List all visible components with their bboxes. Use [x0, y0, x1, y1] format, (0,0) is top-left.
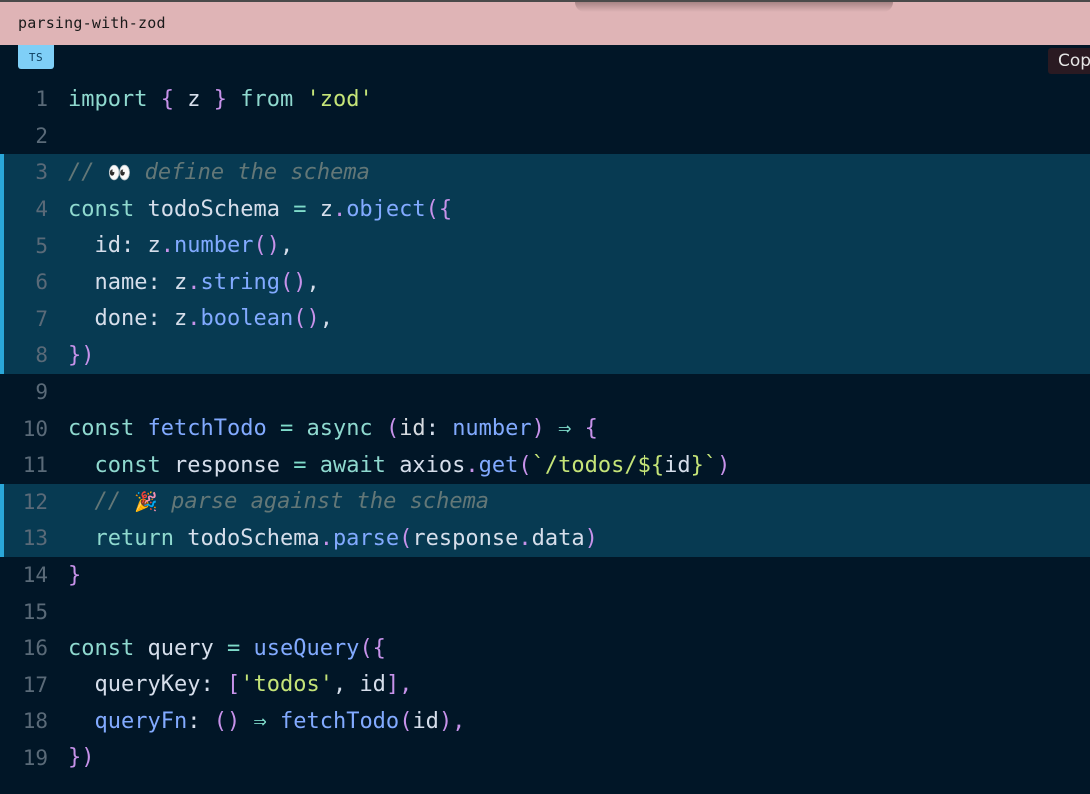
line-content: name: z.string(),	[94, 269, 320, 295]
line-number: 12	[22, 489, 48, 514]
line-number: 10	[22, 416, 48, 441]
language-badge: TS	[18, 45, 54, 69]
line-content: })	[68, 342, 95, 368]
line-content: }	[68, 562, 82, 588]
line-number: 16	[22, 636, 48, 661]
code-line: 9	[0, 374, 1090, 411]
code-line: 1 import { z } from 'zod'	[0, 81, 1090, 118]
line-content: // 🎉 parse against the schema	[94, 489, 490, 515]
code-line-highlighted: 6 name: z.string(),	[0, 263, 1090, 301]
line-content: return todoSchema.parse(response.data)	[94, 525, 598, 551]
header-shadow	[575, 2, 893, 12]
line-number: 7	[35, 306, 48, 331]
code-line: 17 queryKey: ['todos', id],	[0, 667, 1090, 704]
code-line-highlighted: 12 // 🎉 parse against the schema	[0, 483, 1090, 521]
line-content: import { z } from 'zod'	[68, 86, 373, 112]
line-number: 11	[22, 453, 48, 478]
code-block-header: parsing-with-zod	[0, 0, 1090, 45]
code-line-highlighted: 3 // 👀 define the schema	[0, 154, 1090, 191]
line-number: 8	[35, 343, 48, 368]
line-content: done: z.boolean(),	[94, 306, 333, 332]
line-content: const todoSchema = z.object({	[68, 196, 453, 222]
code-line: 18 queryFn: () ⇒ fetchTodo(id),	[0, 703, 1090, 740]
line-number: 13	[22, 526, 48, 551]
line-number: 9	[35, 380, 48, 405]
line-content: })	[68, 745, 95, 771]
code-line: 14}	[0, 557, 1090, 594]
line-number: 17	[22, 672, 48, 697]
line-content: queryKey: ['todos', id],	[94, 672, 413, 698]
line-content: const fetchTodo = async (id: number) ⇒ {	[68, 416, 598, 442]
code-line: 19})	[0, 740, 1090, 777]
line-number: 1	[35, 87, 48, 112]
line-number: 6	[35, 270, 48, 295]
code-line-highlighted: 8})	[0, 337, 1090, 374]
code-line-highlighted: 4 const todoSchema = z.object({	[0, 190, 1090, 228]
code-line: 16 const query = useQuery({	[0, 630, 1090, 667]
line-number: 18	[22, 709, 48, 734]
line-content: // 👀 define the schema	[68, 159, 370, 185]
line-number: 15	[22, 599, 48, 624]
line-content: queryFn: () ⇒ fetchTodo(id),	[94, 708, 466, 734]
copy-button[interactable]: Copy	[1048, 48, 1090, 74]
code-line: 2	[0, 118, 1090, 155]
code-line: 11 const response = await axios.get(`/to…	[0, 447, 1090, 484]
party-popper-emoji-icon: 🎉	[134, 491, 158, 514]
code-line-highlighted: 13 return todoSchema.parse(response.data…	[0, 520, 1090, 557]
file-name: parsing-with-zod	[18, 14, 166, 32]
line-number: 4	[35, 197, 48, 222]
code-line-highlighted: 5 id: z.number(),	[0, 227, 1090, 264]
line-number: 19	[22, 745, 48, 770]
line-content: id: z.number(),	[94, 233, 294, 259]
line-number: 5	[35, 233, 48, 258]
line-number: 3	[35, 160, 48, 185]
code-line: 10 const fetchTodo = async (id: number) ⇒…	[0, 410, 1090, 447]
line-content: const response = await axios.get(`/todos…	[94, 452, 731, 478]
code-editor: 1 import { z } from 'zod' 2 3 // 👀 define …	[0, 81, 1090, 776]
code-line-highlighted: 7 done: z.boolean(),	[0, 300, 1090, 338]
code-line: 15	[0, 593, 1090, 630]
line-number: 2	[35, 123, 48, 148]
eyes-emoji-icon: 👀	[107, 161, 132, 184]
line-number: 14	[22, 563, 48, 588]
line-content: const query = useQuery({	[68, 635, 386, 661]
